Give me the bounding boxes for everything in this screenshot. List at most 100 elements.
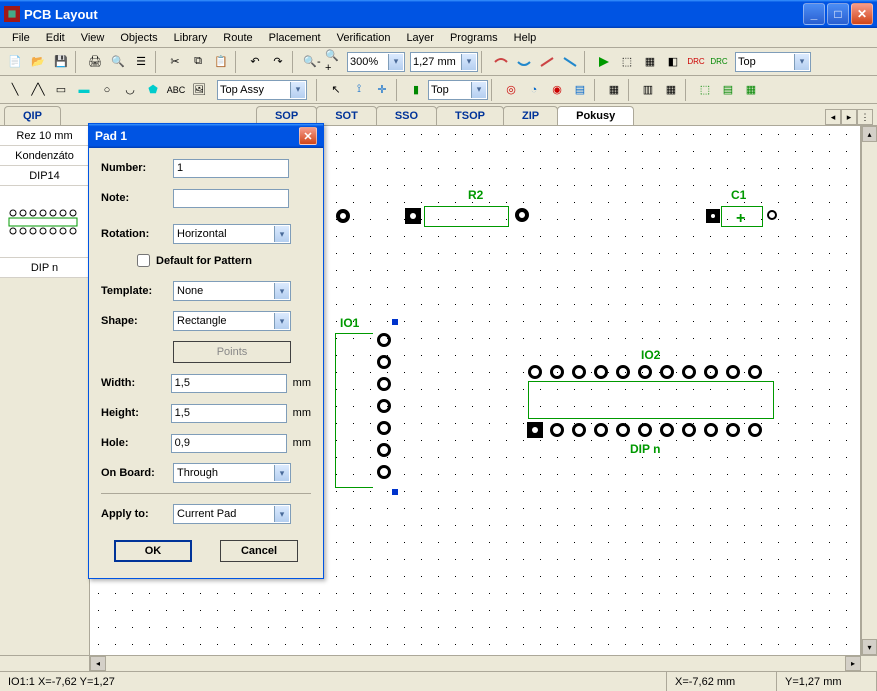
- paste-icon[interactable]: 📋: [210, 51, 232, 73]
- route3-icon[interactable]: [559, 51, 581, 73]
- pad[interactable]: [377, 377, 391, 391]
- component-body[interactable]: [335, 333, 373, 488]
- polygon-icon[interactable]: ⬟: [142, 79, 164, 101]
- pad[interactable]: [572, 423, 586, 437]
- layers2-icon[interactable]: ▦: [660, 79, 682, 101]
- pad[interactable]: [377, 465, 391, 479]
- component-body[interactable]: [528, 381, 774, 419]
- note-input[interactable]: [173, 189, 289, 208]
- points-button[interactable]: Points: [173, 341, 291, 363]
- ok-button[interactable]: OK: [114, 540, 192, 562]
- chip-icon[interactable]: ▮: [405, 79, 427, 101]
- pad[interactable]: [748, 423, 762, 437]
- grid-combo[interactable]: 1,27 mm: [410, 52, 478, 72]
- zoom-combo[interactable]: 300%: [347, 52, 405, 72]
- pad[interactable]: [704, 423, 718, 437]
- arc-icon[interactable]: ◡: [119, 79, 141, 101]
- run-icon[interactable]: [593, 51, 615, 73]
- pad[interactable]: [616, 423, 630, 437]
- pad[interactable]: [748, 365, 762, 379]
- pad[interactable]: [377, 421, 391, 435]
- rotation-select[interactable]: Horizontal: [173, 224, 291, 244]
- window-close-button[interactable]: ✕: [851, 3, 873, 25]
- menu-file[interactable]: File: [4, 30, 38, 46]
- draw-layer-combo[interactable]: Top Assy: [217, 80, 307, 100]
- list-item[interactable]: DIP n: [0, 258, 89, 278]
- polyline-icon[interactable]: ╱╲: [27, 79, 49, 101]
- pad[interactable]: [336, 209, 350, 223]
- tool2-icon[interactable]: ▦: [639, 51, 661, 73]
- pad[interactable]: [594, 423, 608, 437]
- new-icon[interactable]: 📄: [4, 51, 26, 73]
- menu-placement[interactable]: Placement: [261, 30, 329, 46]
- pad[interactable]: [572, 365, 586, 379]
- pad[interactable]: [377, 399, 391, 413]
- pad[interactable]: [660, 423, 674, 437]
- zoom-in-icon[interactable]: 🔍+: [324, 51, 346, 73]
- scroll-up-icon[interactable]: ▴: [862, 126, 877, 142]
- tab-qip[interactable]: QIP: [4, 106, 61, 125]
- component-body[interactable]: [424, 206, 509, 227]
- height-input[interactable]: [171, 404, 287, 423]
- tab-sso[interactable]: SSO: [376, 106, 437, 125]
- cancel-button[interactable]: Cancel: [220, 540, 298, 562]
- onboard-select[interactable]: Through: [173, 463, 291, 483]
- width-input[interactable]: [171, 374, 287, 393]
- menu-programs[interactable]: Programs: [442, 30, 506, 46]
- pad[interactable]: [767, 210, 777, 220]
- side-combo[interactable]: Top: [428, 80, 488, 100]
- drc-icon[interactable]: DRC: [685, 51, 707, 73]
- horizontal-scrollbar[interactable]: ◂ ▸: [0, 655, 877, 671]
- image-icon[interactable]: 🖼: [188, 79, 210, 101]
- pad[interactable]: [377, 443, 391, 457]
- pad[interactable]: [515, 208, 529, 222]
- menu-route[interactable]: Route: [215, 30, 260, 46]
- menu-objects[interactable]: Objects: [112, 30, 165, 46]
- tab-zip[interactable]: ZIP: [503, 106, 558, 125]
- menu-help[interactable]: Help: [506, 30, 545, 46]
- arrow-icon[interactable]: ↖: [325, 79, 347, 101]
- tab-sot[interactable]: SOT: [316, 106, 377, 125]
- print-icon[interactable]: 🖨: [84, 51, 106, 73]
- tab-tsop[interactable]: TSOP: [436, 106, 504, 125]
- pad-icon[interactable]: ◎: [500, 79, 522, 101]
- zoom-out-icon[interactable]: 🔍-: [301, 51, 323, 73]
- pad[interactable]: [550, 365, 564, 379]
- list-item[interactable]: Rez 10 mm: [0, 126, 89, 146]
- scroll-right-icon[interactable]: ▸: [845, 656, 861, 671]
- menu-view[interactable]: View: [73, 30, 113, 46]
- tool3-icon[interactable]: ◧: [662, 51, 684, 73]
- redo-icon[interactable]: ↷: [267, 51, 289, 73]
- save-icon[interactable]: 💾: [50, 51, 72, 73]
- list-item[interactable]: Kondenzáto: [0, 146, 89, 166]
- hole-icon[interactable]: ◉: [546, 79, 568, 101]
- pad[interactable]: [377, 333, 391, 347]
- list-item[interactable]: DIP14: [0, 166, 89, 186]
- cut-icon[interactable]: ✂: [164, 51, 186, 73]
- green2-icon[interactable]: ▤: [717, 79, 739, 101]
- template-select[interactable]: None: [173, 281, 291, 301]
- tab-scroll-end[interactable]: ⋮: [857, 109, 873, 125]
- shape-select[interactable]: Rectangle: [173, 311, 291, 331]
- pad[interactable]: [528, 365, 542, 379]
- selection-handle[interactable]: [392, 489, 398, 495]
- hole-input[interactable]: [171, 434, 287, 453]
- circle-icon[interactable]: ○: [96, 79, 118, 101]
- pad[interactable]: [638, 365, 652, 379]
- window-minimize-button[interactable]: _: [803, 3, 825, 25]
- default-checkbox[interactable]: [137, 254, 150, 267]
- scroll-left-icon[interactable]: ◂: [90, 656, 106, 671]
- pad[interactable]: [682, 365, 696, 379]
- drc2-icon[interactable]: DRC: [708, 51, 730, 73]
- layer-combo[interactable]: Top: [735, 52, 811, 72]
- pad[interactable]: [377, 355, 391, 369]
- tab-scroll-left[interactable]: ◂: [825, 109, 841, 125]
- pad[interactable]: [706, 209, 720, 223]
- menu-verification[interactable]: Verification: [329, 30, 399, 46]
- route2-icon[interactable]: [536, 51, 558, 73]
- layers1-icon[interactable]: ▥: [637, 79, 659, 101]
- menu-edit[interactable]: Edit: [38, 30, 73, 46]
- copy-icon[interactable]: ⧉: [187, 51, 209, 73]
- pad[interactable]: [682, 423, 696, 437]
- grid-icon[interactable]: ▦: [603, 79, 625, 101]
